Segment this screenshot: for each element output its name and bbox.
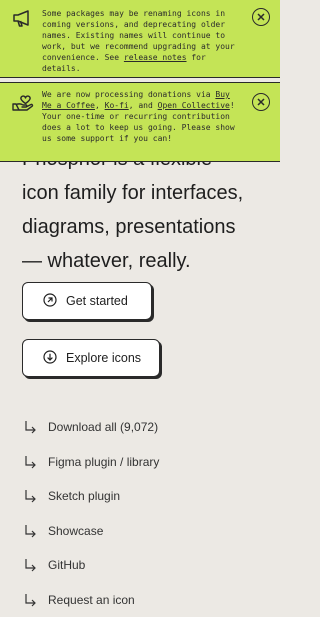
arrow-down-circle-icon (43, 350, 57, 367)
open-collective-link[interactable]: Open Collective (158, 101, 230, 110)
release-notes-link[interactable]: release notes (124, 53, 187, 62)
explore-icons-button[interactable]: Explore icons (22, 339, 160, 377)
arrow-up-right-circle-icon (43, 293, 57, 310)
link-request-icon[interactable]: Request an icon (22, 583, 159, 617)
hand-heart-icon (12, 94, 34, 115)
notice-banner-updates: Some packages may be renaming icons in c… (0, 0, 280, 78)
notice-updates-text: Some packages may be renaming icons in c… (42, 8, 242, 74)
arrow-elbow-down-right-icon (22, 419, 38, 435)
megaphone-icon (12, 9, 32, 30)
link-showcase[interactable]: Showcase (22, 514, 159, 549)
get-started-label: Get started (66, 294, 128, 308)
hero-line-2: diagrams, presentations (22, 210, 272, 244)
notice-donations-text: We are now processing donations via Buy … (42, 89, 242, 144)
arrow-elbow-down-right-icon (22, 523, 38, 539)
close-icon[interactable] (252, 8, 270, 26)
arrow-elbow-down-right-icon (22, 557, 38, 573)
ko-fi-link[interactable]: Ko-fi (105, 101, 129, 110)
notice-banner-donations: We are now processing donations via Buy … (0, 82, 280, 162)
explore-icons-label: Explore icons (66, 351, 141, 365)
get-started-button[interactable]: Get started (22, 282, 152, 320)
arrow-elbow-down-right-icon (22, 592, 38, 608)
resource-links-list: Download all (9,072) Figma plugin / libr… (22, 410, 159, 617)
link-sketch-plugin[interactable]: Sketch plugin (22, 479, 159, 514)
link-github[interactable]: GitHub (22, 548, 159, 583)
arrow-elbow-down-right-icon (22, 488, 38, 504)
close-icon[interactable] (252, 93, 270, 111)
arrow-elbow-down-right-icon (22, 454, 38, 470)
hero-line-3: — whatever, really. (22, 244, 272, 278)
hero-line-1: icon family for interfaces, (22, 176, 272, 210)
hero-headline: Phosphor is a flexible icon family for i… (22, 142, 272, 278)
link-figma-plugin[interactable]: Figma plugin / library (22, 445, 159, 480)
link-download-all[interactable]: Download all (9,072) (22, 410, 159, 445)
